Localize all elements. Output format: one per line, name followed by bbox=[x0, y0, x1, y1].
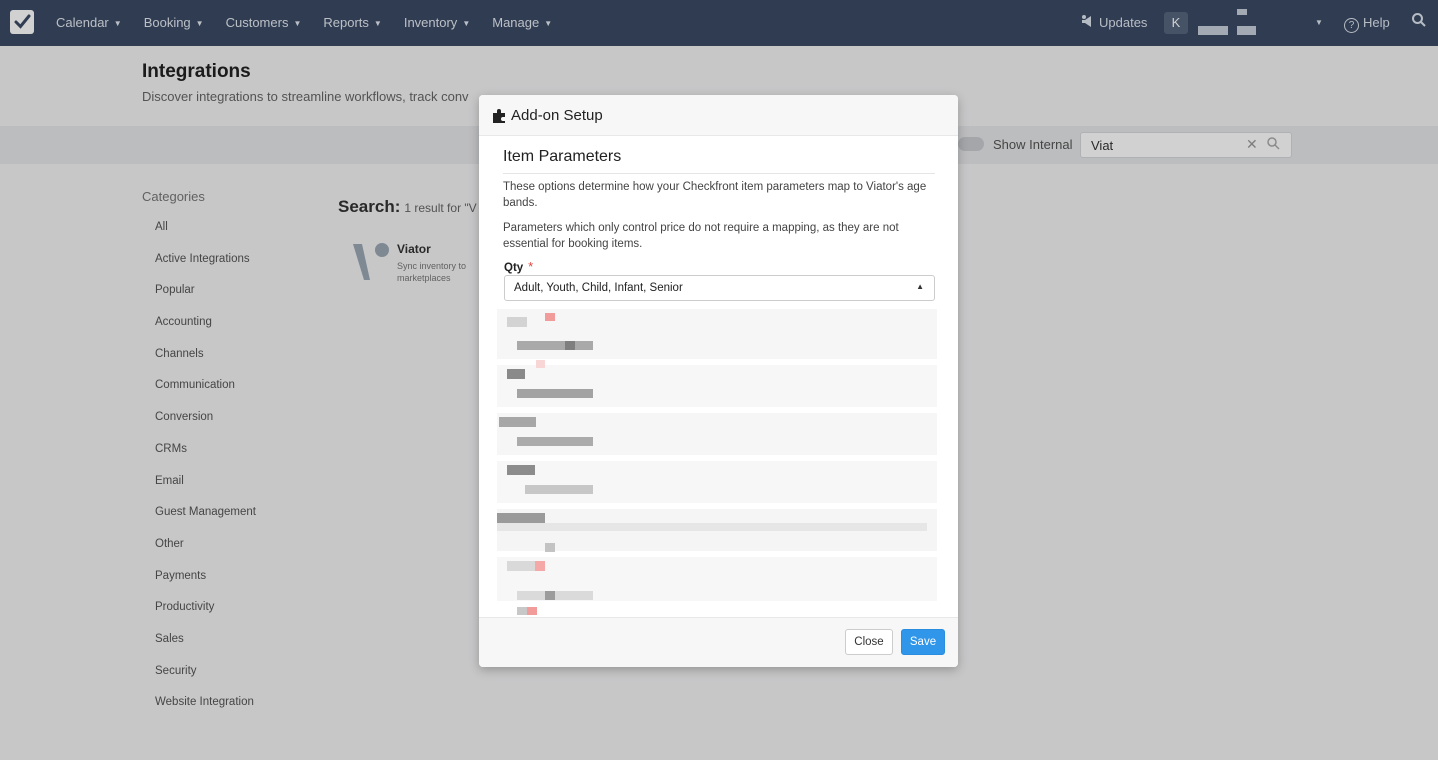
item-parameters-heading: Item Parameters bbox=[503, 148, 935, 174]
modal-title: Add-on Setup bbox=[511, 107, 603, 124]
modal-footer: Close Save bbox=[479, 617, 958, 667]
puzzle-icon bbox=[493, 109, 505, 123]
close-button[interactable]: Close bbox=[845, 629, 893, 655]
required-asterisk: * bbox=[528, 259, 534, 274]
mapping-note-text: Parameters which only control price do n… bbox=[503, 222, 899, 250]
intro-text: These options determine how your Checkfr… bbox=[503, 181, 927, 209]
save-button[interactable]: Save bbox=[901, 629, 945, 655]
caret-up-icon: ▲ bbox=[916, 282, 924, 291]
addon-setup-modal: Add-on Setup Item Parameters These optio… bbox=[479, 95, 958, 667]
qty-select[interactable]: Adult, Youth, Child, Infant, Senior ▲ bbox=[504, 275, 935, 301]
qty-label: Qty * bbox=[504, 259, 534, 274]
redacted-mapping-rows bbox=[497, 309, 939, 617]
modal-header: Add-on Setup bbox=[479, 95, 958, 136]
